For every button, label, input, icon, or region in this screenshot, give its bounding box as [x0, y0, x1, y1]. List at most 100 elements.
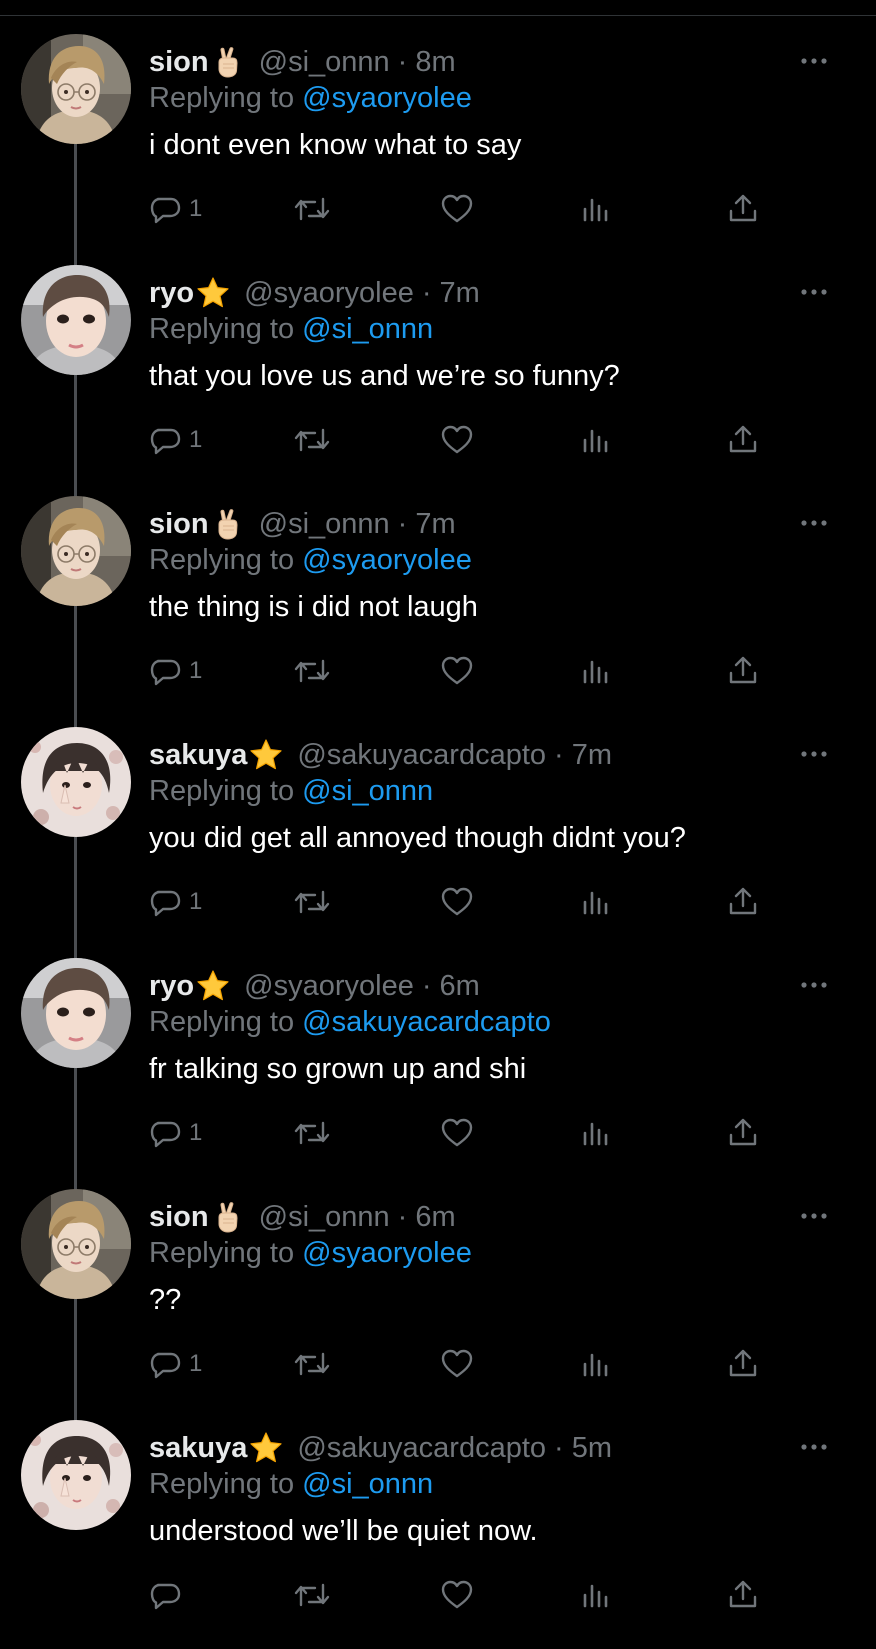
retweet-button[interactable]: [292, 1575, 332, 1615]
retweet-button[interactable]: [292, 420, 332, 460]
avatar-sakuya[interactable]: [21, 727, 131, 837]
share-icon: [729, 887, 757, 915]
timestamp[interactable]: 7m: [440, 277, 480, 310]
tweet[interactable]: sion @si_onnn · 8m Replying to @syaoryol…: [0, 32, 876, 269]
like-button[interactable]: [439, 651, 475, 691]
tweet[interactable]: sakuya @sakuyacardcapto · 7m Replying to…: [0, 725, 876, 962]
share-button[interactable]: [727, 651, 759, 691]
share-button[interactable]: [727, 882, 759, 922]
avatar-sion[interactable]: [21, 1189, 131, 1299]
username-handle[interactable]: @si_onnn: [259, 508, 390, 541]
avatar-sakuya[interactable]: [21, 1420, 131, 1530]
timestamp[interactable]: 8m: [415, 46, 455, 79]
reply-button[interactable]: 1: [149, 651, 202, 691]
tweet-header: sakuya @sakuyacardcapto · 5m: [149, 1428, 612, 1468]
separator-dot: ·: [397, 45, 408, 78]
views-button[interactable]: [581, 1575, 613, 1615]
username-handle[interactable]: @syaoryolee: [244, 277, 414, 310]
retweet-button[interactable]: [292, 882, 332, 922]
like-button[interactable]: [439, 882, 475, 922]
share-button[interactable]: [727, 1344, 759, 1384]
more-icon[interactable]: [800, 518, 828, 528]
tweet[interactable]: sion @si_onnn · 7m Replying to @syaoryol…: [0, 494, 876, 731]
replying-to-link[interactable]: @syaoryolee: [302, 1237, 472, 1269]
retweet-button[interactable]: [292, 1344, 332, 1384]
tweet-header: ryo @syaoryolee · 7m: [149, 273, 480, 313]
timestamp[interactable]: 6m: [440, 970, 480, 1003]
display-name[interactable]: sion: [149, 46, 209, 79]
timestamp[interactable]: 7m: [572, 739, 612, 772]
reply-button[interactable]: 1: [149, 189, 202, 229]
share-button[interactable]: [727, 420, 759, 460]
username-handle[interactable]: @sakuyacardcapto: [297, 739, 546, 772]
share-button[interactable]: [727, 1113, 759, 1153]
replying-to-label: Replying to: [149, 1237, 303, 1269]
display-name[interactable]: sakuya: [149, 1432, 247, 1465]
replying-to-link[interactable]: @syaoryolee: [302, 544, 472, 576]
views-button[interactable]: [581, 651, 613, 691]
like-button[interactable]: [439, 1113, 475, 1153]
heart-icon: [441, 1580, 473, 1609]
display-name[interactable]: sion: [149, 508, 209, 541]
reply-button[interactable]: [149, 1575, 189, 1615]
like-button[interactable]: [439, 189, 475, 229]
reply-button[interactable]: 1: [149, 420, 202, 460]
username-handle[interactable]: @syaoryolee: [244, 970, 414, 1003]
display-name[interactable]: ryo: [149, 277, 194, 310]
share-icon: [729, 1580, 757, 1608]
star-emoji: [249, 1431, 283, 1465]
username-handle[interactable]: @si_onnn: [259, 1201, 390, 1234]
replying-to-link[interactable]: @si_onnn: [302, 313, 433, 345]
retweet-button[interactable]: [292, 189, 332, 229]
avatar-sion[interactable]: [21, 496, 131, 606]
views-button[interactable]: [581, 1113, 613, 1153]
views-button[interactable]: [581, 1344, 613, 1384]
like-button[interactable]: [439, 1575, 475, 1615]
tweet-header: ryo @syaoryolee · 6m: [149, 966, 480, 1006]
tweet[interactable]: ryo @syaoryolee · 6m Replying to @sakuya…: [0, 956, 876, 1193]
share-button[interactable]: [727, 1575, 759, 1615]
replying-to-link[interactable]: @si_onnn: [302, 775, 433, 807]
more-icon[interactable]: [800, 749, 828, 759]
replying-to-link[interactable]: @syaoryolee: [302, 82, 472, 114]
display-name[interactable]: sion: [149, 1201, 209, 1234]
more-icon[interactable]: [800, 1211, 828, 1221]
reply-button[interactable]: 1: [149, 1113, 202, 1153]
display-name[interactable]: ryo: [149, 970, 194, 1003]
views-button[interactable]: [581, 882, 613, 922]
more-icon[interactable]: [800, 287, 828, 297]
username-handle[interactable]: @sakuyacardcapto: [297, 1432, 546, 1465]
more-icon[interactable]: [800, 1442, 828, 1452]
tweet[interactable]: sion @si_onnn · 6m Replying to @syaoryol…: [0, 1187, 876, 1424]
views-button[interactable]: [581, 420, 613, 460]
tweet[interactable]: sakuya @sakuyacardcapto · 5m Replying to…: [0, 1418, 876, 1649]
replying-to-link[interactable]: @sakuyacardcapto: [302, 1006, 551, 1038]
views-button[interactable]: [581, 189, 613, 229]
more-icon[interactable]: [800, 56, 828, 66]
avatar-ryo[interactable]: [21, 958, 131, 1068]
reply-icon: [150, 1583, 181, 1610]
share-button[interactable]: [727, 189, 759, 229]
avatar-sion[interactable]: [21, 34, 131, 144]
display-name[interactable]: sakuya: [149, 739, 247, 772]
timestamp[interactable]: 6m: [415, 1201, 455, 1234]
retweet-button[interactable]: [292, 1113, 332, 1153]
reply-icon: [150, 197, 181, 224]
views-icon: [583, 198, 608, 222]
separator-dot: ·: [397, 507, 408, 540]
like-button[interactable]: [439, 420, 475, 460]
tweet[interactable]: ryo @syaoryolee · 7m Replying to @si_onn…: [0, 263, 876, 500]
reply-button[interactable]: 1: [149, 882, 202, 922]
replying-to-label: Replying to: [149, 82, 303, 114]
separator-dot: ·: [554, 1431, 564, 1464]
timestamp[interactable]: 7m: [415, 508, 455, 541]
retweet-button[interactable]: [292, 651, 332, 691]
more-icon[interactable]: [800, 980, 828, 990]
heart-icon: [441, 1349, 473, 1378]
reply-button[interactable]: 1: [149, 1344, 202, 1384]
replying-to-link[interactable]: @si_onnn: [302, 1468, 433, 1500]
like-button[interactable]: [439, 1344, 475, 1384]
username-handle[interactable]: @si_onnn: [259, 46, 390, 79]
avatar-ryo[interactable]: [21, 265, 131, 375]
timestamp[interactable]: 5m: [572, 1432, 612, 1465]
